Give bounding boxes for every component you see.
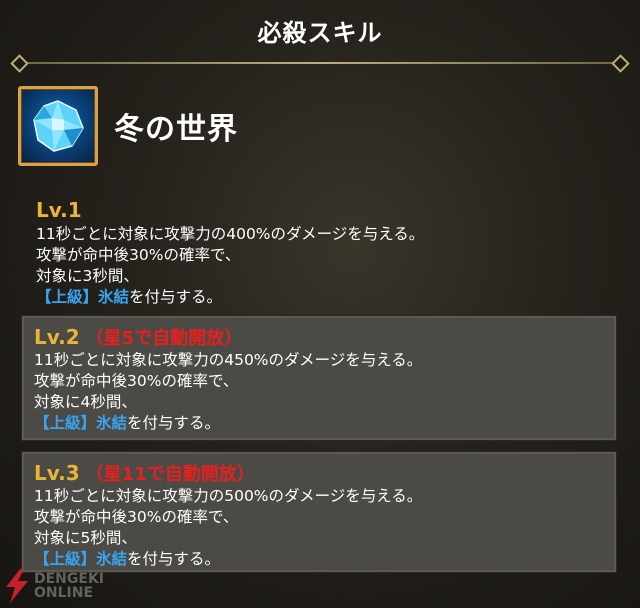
level-description-text: を付与する。 [127,550,221,568]
level-description-line: 11秒ごとに対象に攻撃力の400%のダメージを与える。 [36,225,425,243]
level-unlock-condition: （星11で自動開放） [85,464,255,485]
status-effect-tag: 【上級】氷結 [34,414,128,432]
level-description-line: 【上級】氷結を付与する。 [36,287,606,308]
skill-header: 冬の世界 [18,84,238,168]
level-description-line: 【上級】氷結を付与する。 [34,413,604,434]
skill-level-2: Lv.2 （星5で自動開放） 11秒ごとに対象に攻撃力の450%のダメージを与え… [22,316,616,440]
level-description-text: を付与する。 [127,414,221,432]
watermark-text: ONLINE [34,585,94,601]
page-title: 必殺スキル [257,18,383,47]
watermark-logo: DENGEKI ONLINE [2,566,132,606]
watermark-text: DENGEKI [34,571,105,587]
level-description-line: 攻撃が命中後30%の確率で、 [34,372,239,390]
level-unlock-condition: （星5で自動開放） [85,328,243,349]
skill-name: 冬の世界 [114,112,238,147]
status-effect-tag: 【上級】氷結 [36,288,130,306]
lightning-icon [6,569,28,603]
level-description-line: 対象に3秒間、 [36,267,139,285]
header: 必殺スキル [0,0,640,66]
level-description-line: 対象に5秒間、 [34,529,137,547]
skill-panel: 必殺スキル 冬の世界 Lv.1 11秒ごとに対象に攻撃力の400%のダメージを与… [0,0,640,608]
level-description-text: を付与する。 [129,288,223,306]
header-divider [16,62,624,64]
level-description-line: 11秒ごとに対象に攻撃力の450%のダメージを与える。 [34,351,423,369]
skill-level-3: Lv.3 （星11で自動開放） 11秒ごとに対象に攻撃力の500%のダメージを与… [22,452,616,572]
level-description-line: 対象に4秒間、 [34,393,137,411]
level-label: Lv.2 [34,325,80,349]
level-description-line: 攻撃が命中後30%の確率で、 [34,508,239,526]
level-description-line: 11秒ごとに対象に攻撃力の500%のダメージを与える。 [34,487,423,505]
level-label: Lv.1 [36,198,82,222]
ice-crystal-icon [18,86,98,166]
level-label: Lv.3 [34,461,80,485]
level-description-line: 攻撃が命中後30%の確率で、 [36,246,241,264]
skill-level-1: Lv.1 11秒ごとに対象に攻撃力の400%のダメージを与える。 攻撃が命中後3… [26,192,616,312]
